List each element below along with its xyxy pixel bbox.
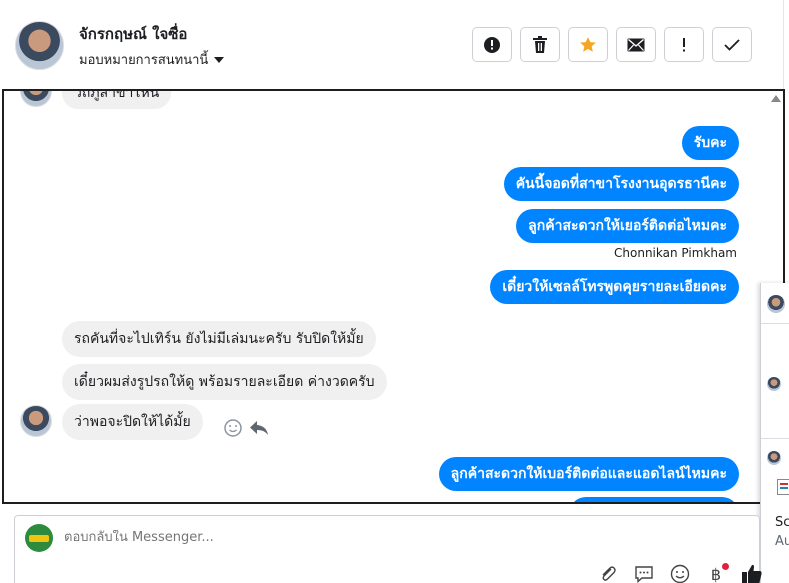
react-smiley-icon[interactable] (223, 418, 243, 438)
message-text: รถคันที่จะไปเทิร์น ยังไม่มีเล่มนะครับ รั… (74, 331, 364, 347)
side-conversation-list: Sc Au (760, 283, 789, 583)
message-text: คันนี้จอดที่สาขาโรงงานอุดรธานีคะ (515, 176, 727, 192)
paperclip-icon (602, 566, 616, 581)
message-outgoing[interactable]: ลูกค้าสะดวกให้เบอร์ติดต่อและแอดไลน์ไหมคะ (438, 457, 739, 491)
message-text: ว่าพอจะปิดให้ได้มั้ย (74, 414, 191, 430)
saved-replies-button[interactable] (633, 563, 655, 583)
message-text: เดี๋ยวให้เซลล์โทรพูดคุยรายละเอียดคะ (502, 279, 727, 295)
exclamation-circle-icon (484, 36, 500, 53)
contact-avatar-small[interactable] (767, 377, 781, 391)
message-outgoing[interactable]: คันนี้จอดที่สาขาโรงงานอุดรธานีคะ (503, 167, 739, 201)
message-text: เดี๋ยวผมส่งรูปรถให้ดู พร้อมรายละเอียด ค่… (74, 374, 375, 390)
divider (761, 323, 789, 324)
message-incoming[interactable]: รถคันที่จะไปเทิร์น ยังไม่มีเล่มนะครับ รั… (62, 321, 376, 357)
message-incoming-partial[interactable]: วิถีภูสาขาไหน (62, 89, 172, 109)
trash-icon (533, 35, 547, 53)
caret-down-icon (214, 56, 225, 63)
message-text: ลูกค้าสะดวกให้เยอร์ติดต่อไหมคะ (528, 218, 727, 234)
assign-conversation-dropdown[interactable]: มอบหมายการสนทนานี้ (79, 49, 225, 70)
envelope-icon (627, 38, 645, 51)
thumbs-up-icon (742, 564, 762, 583)
notification-dot (722, 563, 729, 570)
contact-avatar-small (20, 91, 52, 107)
message-text: รับคะ (693, 135, 727, 151)
smiley-icon (670, 564, 690, 583)
side-item-subtitle: Au (775, 534, 789, 549)
document-icon (777, 479, 789, 495)
delete-button[interactable] (520, 27, 560, 62)
message-incoming[interactable]: ว่าพอจะปิดให้ได้มั้ย (62, 404, 203, 440)
reply-input[interactable] (64, 530, 564, 545)
attach-button[interactable] (597, 563, 619, 583)
reply-arrow-icon[interactable] (249, 419, 269, 437)
scroll-up-arrow-icon[interactable] (771, 95, 781, 102)
message-incoming[interactable]: เดี๋ยวผมส่งรูปรถให้ดู พร้อมรายละเอียด ค่… (62, 364, 387, 400)
contact-avatar-small[interactable] (20, 405, 52, 437)
emoji-button[interactable] (669, 563, 691, 583)
reply-composer: ฿ (14, 515, 763, 583)
follow-up-button[interactable] (664, 27, 704, 62)
like-button[interactable] (741, 563, 763, 583)
mark-done-button[interactable] (712, 27, 752, 62)
conversation-actions (472, 27, 752, 62)
star-icon (580, 36, 596, 52)
exclamation-icon (683, 37, 685, 51)
report-spam-button[interactable] (472, 27, 512, 62)
contact-name[interactable]: จักรกฤษณ์ ใจซื่อ (79, 22, 187, 46)
check-icon (724, 38, 740, 51)
contact-avatar-small[interactable] (767, 451, 781, 465)
messenger-conversation-view: { "header": { "contact_name": "จักรกฤษณ์… (0, 0, 789, 583)
composer-toolbar: ฿ (597, 563, 763, 583)
star-button[interactable] (568, 27, 608, 62)
message-text: วิถีภูสาขาไหน (74, 89, 160, 101)
payment-button[interactable]: ฿ (705, 563, 729, 583)
assign-conversation-label: มอบหมายการสนทนานี้ (79, 53, 209, 68)
contact-avatar[interactable] (15, 21, 64, 70)
message-outgoing[interactable]: ลูกค้าสะดวกให้เยอร์ติดต่อไหมคะ (516, 209, 739, 243)
message-outgoing[interactable]: เดี๋ยวให้เซลล์โทรพูดคุยรายละเอียดคะ (490, 270, 739, 304)
conversation-header: จักรกฤษณ์ ใจซื่อ มอบหมายการสนทนานี้ (0, 0, 784, 89)
message-outgoing-partial[interactable] (569, 497, 739, 502)
message-outgoing[interactable]: รับคะ (681, 126, 739, 160)
mark-unread-button[interactable] (616, 27, 656, 62)
baht-icon: ฿ (710, 564, 722, 583)
sender-name: Chonnikan Pimkham (614, 246, 737, 260)
side-item-title: Sc (775, 515, 789, 530)
chat-bubble-icon (635, 566, 653, 583)
message-thread[interactable]: วิถีภูสาขาไหน รับคะ คันนี้จอดที่สาขาโรงง… (2, 89, 785, 504)
divider (761, 438, 789, 439)
contact-avatar-small[interactable] (767, 295, 785, 313)
message-text: ลูกค้าสะดวกให้เบอร์ติดต่อและแอดไลน์ไหมคะ (450, 466, 727, 482)
message-hover-actions (223, 418, 269, 438)
page-logo (25, 524, 53, 552)
